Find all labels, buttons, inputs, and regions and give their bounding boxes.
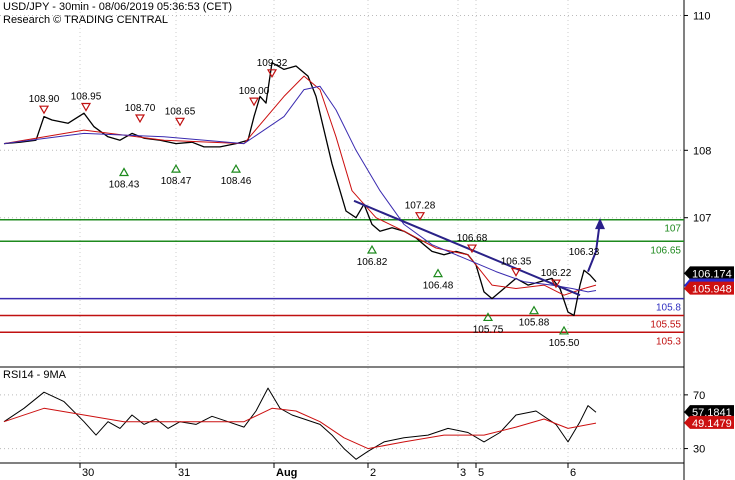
- resistance-marker-icon: [80, 102, 92, 112]
- time-tick-label: 30: [82, 467, 94, 479]
- level-label: 106.65: [650, 245, 681, 256]
- level-label: 107: [664, 224, 681, 235]
- support-label: 105.88: [519, 318, 550, 329]
- support-marker-icon: [528, 305, 540, 315]
- level-label: 105.3: [656, 336, 681, 347]
- resistance-label: 108.90: [29, 94, 60, 105]
- support-marker-icon: [482, 312, 494, 322]
- support-label: 105.50: [549, 338, 580, 349]
- support-label: 106.82: [357, 257, 388, 268]
- resistance-label: 108.70: [125, 103, 156, 114]
- resistance-marker-icon: [174, 117, 186, 127]
- resistance-label: 106.68: [457, 233, 488, 244]
- support-marker-icon: [366, 244, 378, 254]
- rsi-tag: 49.1479: [692, 418, 732, 430]
- support-label: 106.48: [423, 281, 454, 292]
- support-marker-icon: [432, 268, 444, 278]
- time-tick-label: 3: [460, 467, 466, 479]
- time-tick-label: 31: [178, 467, 190, 479]
- level-label: 105.8: [656, 303, 681, 314]
- support-marker-icon: [118, 167, 130, 177]
- support-label: 105.75: [473, 324, 504, 335]
- rsi-panel-title: RSI14 - 9MA: [3, 369, 67, 381]
- trendline: [353, 199, 581, 297]
- time-tick-label: 2: [370, 467, 376, 479]
- support-label: 108.46: [221, 176, 252, 187]
- rsi-tick-label: 30: [693, 444, 705, 456]
- level-label: 105.55: [650, 319, 681, 330]
- resistance-label: 107.28: [405, 201, 436, 212]
- price-tick-label: 108: [693, 145, 711, 157]
- resistance-marker-icon: [414, 212, 426, 221]
- resistance-label: 106.35: [501, 257, 532, 268]
- price-tag: 105.948: [692, 284, 732, 296]
- resistance-label: 108.65: [165, 106, 196, 117]
- time-tick-label: Aug: [276, 467, 297, 479]
- support-marker-icon: [230, 163, 242, 173]
- resistance-marker-icon: [134, 114, 146, 124]
- resistance-marker-icon: [510, 268, 522, 277]
- resistance-marker-icon: [248, 97, 260, 107]
- resistance-label: 109.00: [239, 86, 270, 97]
- resistance-label: 109.32: [257, 58, 288, 69]
- resistance-marker-icon: [266, 69, 278, 79]
- time-tick-label: 6: [570, 467, 576, 479]
- support-label: 108.47: [161, 176, 192, 187]
- rsi-tick-label: 70: [693, 390, 705, 402]
- price-tick-label: 107: [693, 213, 711, 225]
- series-rsi_ma: [3, 407, 597, 450]
- chart-canvas: 107 106.65 105.8 105.55 105.3 108.90 108.95 10…: [0, 0, 734, 480]
- pivot-label: 106.33: [569, 247, 600, 258]
- resistance-label: 108.95: [71, 92, 102, 103]
- price-tick-label: 110: [693, 10, 711, 22]
- support-label: 108.43: [109, 180, 140, 191]
- time-tick-label: 5: [478, 467, 484, 479]
- resistance-label: 106.22: [541, 268, 572, 279]
- resistance-marker-icon: [38, 105, 50, 115]
